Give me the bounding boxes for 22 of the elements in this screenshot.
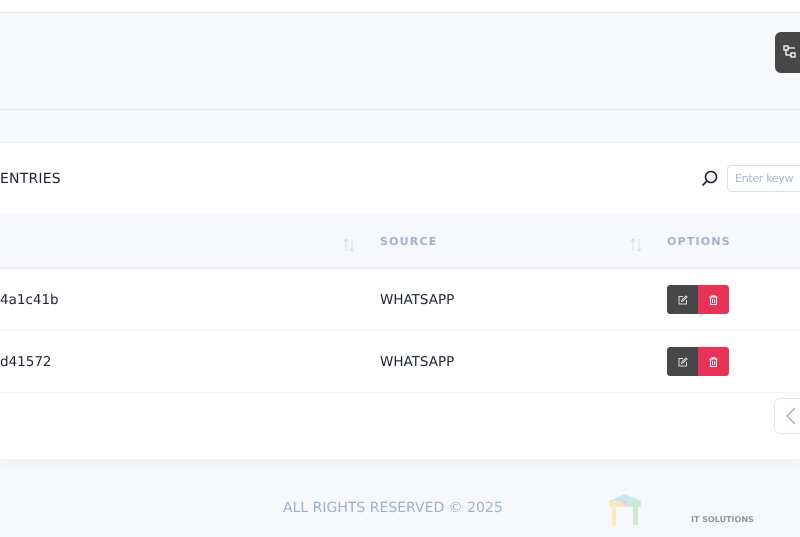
hierarchy-button[interactable]: [775, 32, 800, 72]
column-header[interactable]: SOURCE: [380, 234, 438, 248]
edit-button[interactable]: [667, 347, 698, 376]
column-header[interactable]: OPTIONS: [667, 234, 731, 248]
search-icon: [701, 170, 718, 187]
brand-tagline: IT SOLUTIONS: [691, 515, 754, 524]
edit-button[interactable]: [667, 285, 698, 314]
trash-icon: [709, 356, 718, 366]
copyright-text: ALL RIGHTS RESERVED © 2025: [283, 500, 503, 516]
search-field[interactable]: Enter keyw: [727, 165, 800, 192]
card-title: ENTRIES: [0, 170, 61, 186]
hierarchy-icon: [783, 45, 797, 59]
table-cell: d41572: [0, 354, 52, 370]
trash-icon: [709, 294, 718, 304]
table-cell: WHATSAPP: [380, 354, 454, 370]
table-cell: WHATSAPP: [380, 292, 454, 308]
edit-icon: [678, 356, 688, 366]
table-cell: 4a1c41b: [0, 292, 59, 308]
delete-button[interactable]: [698, 285, 729, 314]
chevron-left-icon: [786, 407, 796, 425]
delete-button[interactable]: [698, 347, 729, 376]
edit-icon: [678, 294, 688, 304]
